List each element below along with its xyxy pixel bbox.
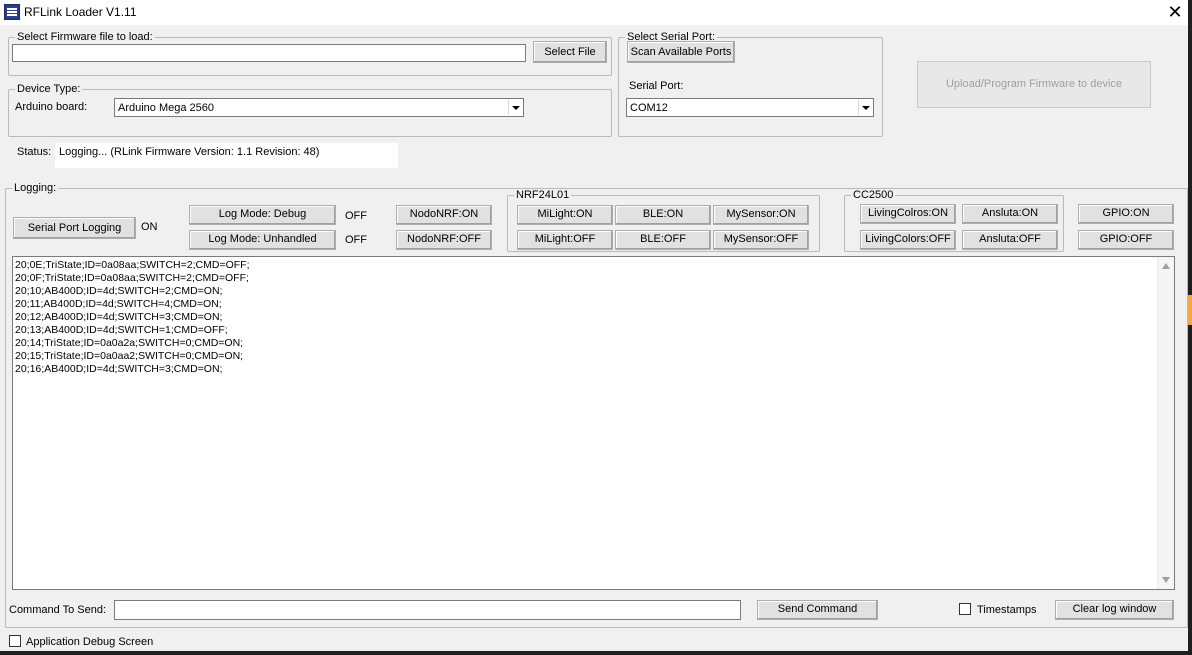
- close-icon[interactable]: ✕: [1166, 2, 1184, 22]
- ansluta-off-button[interactable]: Ansluta:OFF: [962, 230, 1058, 250]
- window-title: RFLink Loader V1.11: [24, 5, 137, 19]
- arduino-board-select[interactable]: Arduino Mega 2560: [114, 98, 524, 117]
- livingcolors-off-button[interactable]: LivingColors:OFF: [860, 230, 956, 250]
- livingcolors-on-button[interactable]: LivingColros:ON: [860, 204, 956, 224]
- app-icon: [4, 4, 20, 20]
- log-lines: 20;0E;TriState;ID=0a08aa;SWITCH=2;CMD=OF…: [15, 259, 250, 376]
- debug-screen-checkbox[interactable]: [9, 635, 21, 647]
- gpio-off-button[interactable]: GPIO:OFF: [1078, 230, 1174, 250]
- arduino-board-value: Arduino Mega 2560: [118, 102, 215, 114]
- log-line: 20;16;AB400D;ID=4d;SWITCH=3;CMD=ON;: [15, 363, 223, 375]
- arduino-board-label: Arduino board:: [15, 101, 88, 113]
- device-type-legend: Device Type:: [15, 83, 83, 95]
- log-mode-debug-button[interactable]: Log Mode: Debug: [189, 205, 336, 225]
- logging-legend: Logging:: [12, 182, 59, 194]
- scan-ports-button[interactable]: Scan Available Ports: [627, 41, 735, 63]
- firmware-legend: Select Firmware file to load:: [15, 31, 155, 43]
- log-unhandled-state: OFF: [345, 234, 367, 246]
- log-line: 20;14;TriState;ID=0a0a2a;SWITCH=0;CMD=ON…: [15, 337, 244, 349]
- title-bar: RFLink Loader V1.11 ✕: [0, 0, 1192, 26]
- gpio-on-button[interactable]: GPIO:ON: [1078, 204, 1174, 224]
- status-label: Status:: [17, 146, 52, 158]
- log-line: 20;15;TriState;ID=0a0aa2;SWITCH=0;CMD=ON…: [15, 350, 244, 362]
- ansluta-on-button[interactable]: Ansluta:ON: [962, 204, 1058, 224]
- ble-on-button[interactable]: BLE:ON: [615, 205, 711, 225]
- log-mode-unhandled-button[interactable]: Log Mode: Unhandled: [189, 230, 336, 250]
- serial-port-label: Serial Port:: [629, 80, 684, 92]
- mysensor-off-button[interactable]: MySensor:OFF: [713, 230, 809, 250]
- clear-log-button[interactable]: Clear log window: [1055, 600, 1174, 620]
- log-line: 20;12;AB400D;ID=4d;SWITCH=3;CMD=ON;: [15, 311, 223, 323]
- log-scrollbar[interactable]: [1157, 257, 1174, 589]
- ble-off-button[interactable]: BLE:OFF: [615, 230, 711, 250]
- milight-off-button[interactable]: MiLight:OFF: [517, 230, 613, 250]
- log-line: 20;11;AB400D;ID=4d;SWITCH=4;CMD=ON;: [15, 298, 222, 310]
- status-value: Logging... (RLink Firmware Version: 1.1 …: [59, 146, 320, 158]
- upload-firmware-button[interactable]: Upload/Program Firmware to device: [917, 61, 1151, 108]
- nodonrf-off-button[interactable]: NodoNRF:OFF: [396, 230, 492, 250]
- mysensor-on-button[interactable]: MySensor:ON: [713, 205, 809, 225]
- window-edge-accent: [1188, 295, 1192, 325]
- chevron-down-icon[interactable]: [508, 100, 522, 115]
- timestamps-label: Timestamps: [977, 604, 1037, 616]
- serial-port-logging-button[interactable]: Serial Port Logging: [13, 217, 136, 239]
- select-file-button[interactable]: Select File: [533, 41, 607, 63]
- debug-screen-label: Application Debug Screen: [26, 636, 154, 648]
- serial-port-select[interactable]: COM12: [626, 98, 874, 117]
- log-line: 20;0F;TriState;ID=0a08aa;SWITCH=2;CMD=OF…: [15, 272, 249, 284]
- nodonrf-on-button[interactable]: NodoNRF:ON: [396, 205, 492, 225]
- window-edge-right: [1188, 0, 1192, 655]
- send-command-button[interactable]: Send Command: [757, 600, 878, 620]
- scroll-up-icon[interactable]: [1162, 263, 1170, 269]
- command-input[interactable]: [114, 600, 741, 620]
- serial-logging-state: ON: [141, 221, 158, 233]
- command-label: Command To Send:: [9, 604, 107, 616]
- cc2500-legend: CC2500: [851, 189, 896, 201]
- log-line: 20;13;AB400D;ID=4d;SWITCH=1;CMD=OFF;: [15, 324, 228, 336]
- scroll-down-icon[interactable]: [1162, 577, 1170, 583]
- milight-on-button[interactable]: MiLight:ON: [517, 205, 613, 225]
- window-edge-bottom: [0, 651, 1192, 655]
- serial-port-value: COM12: [630, 102, 668, 114]
- log-window[interactable]: 20;0E;TriState;ID=0a08aa;SWITCH=2;CMD=OF…: [12, 256, 1175, 590]
- chevron-down-icon[interactable]: [858, 100, 872, 115]
- log-line: 20;0E;TriState;ID=0a08aa;SWITCH=2;CMD=OF…: [15, 259, 250, 271]
- log-line: 20;10;AB400D;ID=4d;SWITCH=2;CMD=ON;: [15, 285, 223, 297]
- firmware-path-input[interactable]: [12, 44, 526, 62]
- timestamps-checkbox[interactable]: [959, 603, 971, 615]
- nrf24l01-legend: NRF24L01: [514, 189, 572, 201]
- log-debug-state: OFF: [345, 210, 367, 222]
